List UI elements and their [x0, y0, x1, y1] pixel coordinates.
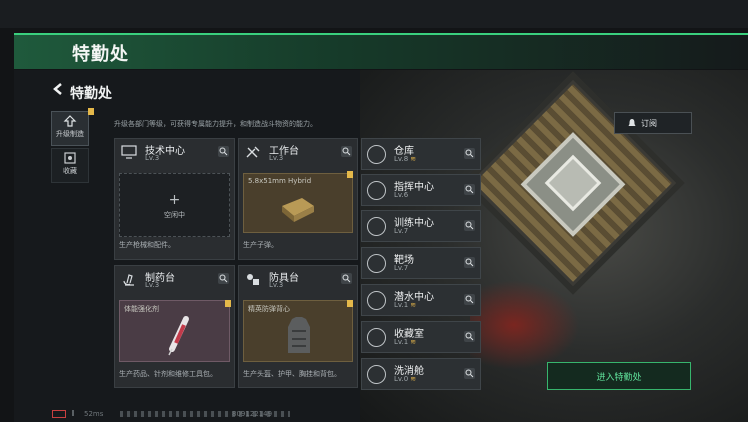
add-icon: + — [168, 192, 181, 208]
search-icon[interactable] — [218, 146, 229, 157]
slot-item-name: 体能强化剂 — [124, 305, 159, 313]
card-tech-center[interactable]: 技术中心 Lv.3 + 空闲中 生产枪械和配件。 — [114, 138, 235, 260]
production-slot-empty[interactable]: + 空闲中 — [119, 173, 230, 237]
enter-hq-button[interactable]: 进入特勤处 — [547, 362, 691, 390]
tab-collection-label: 收藏 — [63, 167, 77, 175]
ammo-box-icon — [282, 198, 314, 222]
bell-icon — [628, 119, 636, 126]
player-uid: 809122149 — [232, 410, 273, 418]
facility-collection-room[interactable]: 收藏室 Lv.1 ≋ — [361, 321, 481, 353]
upgrade-arrow-icon: ≋ — [410, 375, 417, 383]
card-armor-bench[interactable]: 防具台 Lv.3 精英防弹背心 生产头盔、护甲、胸挂和背包。 — [238, 265, 358, 388]
microscope-icon — [123, 274, 134, 286]
card-level: Lv.3 — [269, 154, 284, 162]
search-icon[interactable] — [464, 220, 475, 231]
subscribe-label: 订阅 — [641, 119, 657, 128]
ping-value: 52ms — [84, 410, 104, 418]
ping-indicator: 52ms — [52, 410, 103, 418]
card-description: 生产子弹。 — [243, 241, 278, 249]
search-icon[interactable] — [464, 331, 475, 342]
card-level: Lv.3 — [145, 281, 160, 289]
slot-alert-badge — [347, 300, 353, 307]
upgrade-arrow-icon: ≋ — [410, 301, 417, 309]
top-strip — [0, 0, 748, 28]
facility-level: Lv.6 — [394, 191, 409, 199]
scene-red-glow — [470, 280, 580, 370]
facility-warehouse[interactable]: 仓库 Lv.8 ≋ — [361, 138, 481, 170]
battery-icon — [52, 410, 66, 418]
enter-hq-label: 进入特勤处 — [596, 373, 642, 383]
facility-command-center[interactable]: 指挥中心 Lv.6 — [361, 174, 481, 206]
collection-icon — [64, 152, 76, 164]
card-level: Lv.3 — [145, 154, 160, 162]
armor-icon — [247, 274, 259, 285]
page-title: 特勤处 — [70, 86, 112, 102]
tab-collection[interactable]: 收藏 — [51, 148, 89, 183]
tab-alert-badge — [88, 108, 94, 115]
cube-core-center — [544, 154, 602, 212]
tools-icon — [246, 146, 260, 158]
search-icon[interactable] — [464, 184, 475, 195]
title-banner: 特勤处 — [14, 33, 748, 69]
card-workbench[interactable]: 工作台 Lv.3 5.8x51mm Hybrid 生产子弹。 — [238, 138, 358, 260]
production-slot-stim[interactable]: 体能强化剂 — [119, 300, 230, 362]
production-slot-ammo[interactable]: 5.8x51mm Hybrid — [243, 173, 353, 233]
slot-item-name: 5.8x51mm Hybrid — [248, 177, 312, 185]
slot-item-name: 精英防弹背心 — [248, 305, 290, 313]
facility-level: Lv.1 ≋ — [394, 301, 417, 309]
tab-upgrade-craft[interactable]: 升级制造 — [51, 111, 89, 146]
slot-alert-badge — [347, 171, 353, 178]
dive-mask-icon — [367, 291, 386, 310]
facility-dive-center[interactable]: 潜水中心 Lv.1 ≋ — [361, 284, 481, 316]
search-icon[interactable] — [218, 273, 229, 284]
subscribe-button[interactable]: 订阅 — [614, 112, 692, 134]
syringe-icon — [168, 316, 189, 356]
production-slot-vest[interactable]: 精英防弹背心 — [243, 300, 353, 362]
page-subtitle: 升级各部门等级，可获得专属能力提升，和制造战斗物资的能力。 — [114, 120, 317, 128]
banner-title: 特勤处 — [72, 44, 129, 65]
search-icon[interactable] — [341, 146, 352, 157]
dumbbell-icon — [367, 217, 386, 236]
command-center-icon — [367, 181, 386, 200]
search-icon[interactable] — [341, 273, 352, 284]
facility-level: Lv.8 ≋ — [394, 155, 417, 163]
tab-upgrade-label: 升级制造 — [56, 130, 84, 138]
card-pharmacy[interactable]: 制药台 Lv.3 体能强化剂 生产药品、针剂和维修工具包。 — [114, 265, 235, 388]
search-icon[interactable] — [464, 294, 475, 305]
cube-core — [520, 132, 626, 237]
slot-status: 空闲中 — [164, 211, 185, 219]
card-description: 生产药品、针剂和维修工具包。 — [119, 370, 217, 378]
vest-icon — [288, 317, 310, 353]
search-icon[interactable] — [464, 257, 475, 268]
upgrade-arrow-icon: ≋ — [410, 338, 417, 346]
decon-icon — [367, 365, 386, 384]
signal-icon — [72, 410, 80, 416]
warehouse-icon — [367, 145, 386, 164]
search-icon[interactable] — [464, 148, 475, 159]
monitor-icon — [121, 145, 137, 159]
card-level: Lv.3 — [269, 281, 284, 289]
facility-level: Lv.7 — [394, 264, 409, 272]
upgrade-arrow-icon: ≋ — [410, 155, 417, 163]
collection-room-icon — [367, 328, 386, 347]
card-description: 生产枪械和配件。 — [119, 241, 175, 249]
slot-alert-badge — [225, 300, 231, 307]
upgrade-icon — [63, 115, 77, 127]
facility-shooting-range[interactable]: 靶场 Lv.7 — [361, 247, 481, 279]
card-description: 生产头盔、护甲、胸挂和背包。 — [243, 370, 341, 378]
page-header: 特勤处 — [50, 83, 112, 103]
facility-decon-chamber[interactable]: 洗消舱 Lv.0 ≋ — [361, 358, 481, 390]
facility-level: Lv.1 ≋ — [394, 338, 417, 346]
facility-training-center[interactable]: 训练中心 Lv.7 — [361, 210, 481, 242]
facility-level: Lv.7 — [394, 227, 409, 235]
facility-level: Lv.0 ≋ — [394, 375, 417, 383]
target-icon — [367, 254, 386, 273]
search-icon[interactable] — [464, 368, 475, 379]
